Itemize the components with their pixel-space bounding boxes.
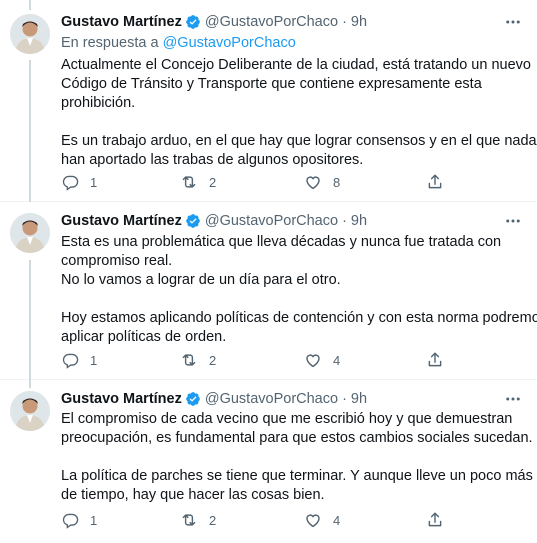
thread-line-bottom <box>29 260 31 380</box>
timestamp[interactable]: 9h <box>351 14 367 30</box>
reply-mention-link[interactable]: @GustavoPorChaco <box>163 35 296 51</box>
tweet-actions: 1 2 8 <box>61 173 451 193</box>
reply-button[interactable]: 1 <box>61 351 97 369</box>
reply-icon <box>61 351 79 369</box>
tweet-text-line: Es un trabajo arduo, en el que hay que l… <box>61 133 537 149</box>
author-handle[interactable]: @GustavoPorChaco <box>205 391 338 407</box>
retweet-icon <box>180 511 198 529</box>
retweet-button[interactable]: 2 <box>180 351 216 369</box>
like-icon <box>304 173 322 191</box>
verified-badge-icon <box>185 213 201 229</box>
verified-badge-icon <box>185 14 201 30</box>
like-icon <box>304 351 322 369</box>
retweet-count: 2 <box>209 352 217 368</box>
retweet-icon <box>180 173 198 191</box>
more-options-icon[interactable] <box>503 389 523 409</box>
like-count: 4 <box>333 352 341 368</box>
tweet-actions: 1 2 4 <box>61 351 451 371</box>
author-name[interactable]: Gustavo Martínez <box>61 391 182 407</box>
reply-context: En respuesta a @GustavoPorChaco <box>61 35 296 51</box>
avatar[interactable] <box>10 391 50 431</box>
retweet-button[interactable]: 2 <box>180 511 216 529</box>
share-button[interactable] <box>426 173 444 191</box>
tweet-text-line: Actualmente el Concejo Deliberante de la… <box>61 57 531 73</box>
tweet[interactable]: Gustavo Martínez @GustavoPorChaco · 9h E… <box>0 380 537 543</box>
timestamp[interactable]: 9h <box>351 213 367 229</box>
reply-button[interactable]: 1 <box>61 173 97 191</box>
tweet-header: Gustavo Martínez @GustavoPorChaco · 9h <box>61 389 523 409</box>
tweet[interactable]: Gustavo Martínez @GustavoPorChaco · 9h E… <box>0 0 537 202</box>
reply-prefix: En respuesta a <box>61 35 159 51</box>
tweet-text: Actualmente el Concejo Deliberante de la… <box>61 56 537 170</box>
tweet-text-line: Esta es una problemática que lleva décad… <box>61 234 502 250</box>
tweet-header: Gustavo Martínez @GustavoPorChaco · 9h <box>61 211 523 231</box>
tweet-text-line: han aportado las trabas de algunos oposi… <box>61 152 364 168</box>
thread-line-top <box>29 380 31 388</box>
reply-icon <box>61 173 79 191</box>
tweet-text-line: compromiso real. <box>61 253 173 269</box>
tweet-text-line: Hoy estamos aplicando políticas de conte… <box>61 310 537 326</box>
thread-line-bottom <box>29 60 31 202</box>
share-icon <box>426 511 444 529</box>
like-count: 4 <box>333 512 341 528</box>
tweet[interactable]: Gustavo Martínez @GustavoPorChaco · 9h E… <box>0 202 537 380</box>
tweet-text-line: La política de parches se tiene que term… <box>61 468 533 484</box>
tweet-header: Gustavo Martínez @GustavoPorChaco · 9h <box>61 12 523 32</box>
tweet-text-line: El compromiso de cada vecino que me escr… <box>61 411 513 427</box>
tweet-text-line: Código de Tránsito y Transporte que cont… <box>61 76 482 92</box>
tweet-text-line: prohibición. <box>61 95 136 111</box>
separator: · <box>342 14 347 30</box>
more-options-icon[interactable] <box>503 12 523 32</box>
timestamp[interactable]: 9h <box>351 391 367 407</box>
retweet-count: 2 <box>209 174 217 190</box>
share-button[interactable] <box>426 511 444 529</box>
tweet-text-line: preocupación, es fundamental para que es… <box>61 430 533 446</box>
avatar[interactable] <box>10 213 50 253</box>
like-icon <box>304 511 322 529</box>
author-handle[interactable]: @GustavoPorChaco <box>205 213 338 229</box>
separator: · <box>342 391 347 407</box>
more-options-icon[interactable] <box>503 211 523 231</box>
tweet-text: Esta es una problemática que lleva décad… <box>61 233 537 347</box>
like-count: 8 <box>333 174 341 190</box>
author-handle[interactable]: @GustavoPorChaco <box>205 14 338 30</box>
tweet-text: El compromiso de cada vecino que me escr… <box>61 410 533 505</box>
like-button[interactable]: 4 <box>304 511 340 529</box>
share-button[interactable] <box>426 351 444 369</box>
tweet-actions: 1 2 4 <box>61 511 451 531</box>
tweet-text-line: de tiempo, hay que hacer las cosas bien. <box>61 487 325 503</box>
author-name[interactable]: Gustavo Martínez <box>61 213 182 229</box>
verified-badge-icon <box>185 391 201 407</box>
retweet-icon <box>180 351 198 369</box>
share-icon <box>426 351 444 369</box>
reply-icon <box>61 511 79 529</box>
share-icon <box>426 173 444 191</box>
separator: · <box>342 213 347 229</box>
avatar[interactable] <box>10 14 50 54</box>
like-button[interactable]: 4 <box>304 351 340 369</box>
retweet-count: 2 <box>209 512 217 528</box>
tweet-text-line: No lo vamos a lograr de un día para el o… <box>61 272 341 288</box>
retweet-button[interactable]: 2 <box>180 173 216 191</box>
reply-count: 1 <box>90 174 98 190</box>
like-button[interactable]: 8 <box>304 173 340 191</box>
tweet-text-line: aplicar políticas de orden. <box>61 329 227 345</box>
tweet-thread: Gustavo Martínez @GustavoPorChaco · 9h E… <box>0 0 537 543</box>
author-name[interactable]: Gustavo Martínez <box>61 14 182 30</box>
reply-count: 1 <box>90 512 98 528</box>
thread-line-top <box>29 0 31 10</box>
reply-count: 1 <box>90 352 98 368</box>
reply-button[interactable]: 1 <box>61 511 97 529</box>
